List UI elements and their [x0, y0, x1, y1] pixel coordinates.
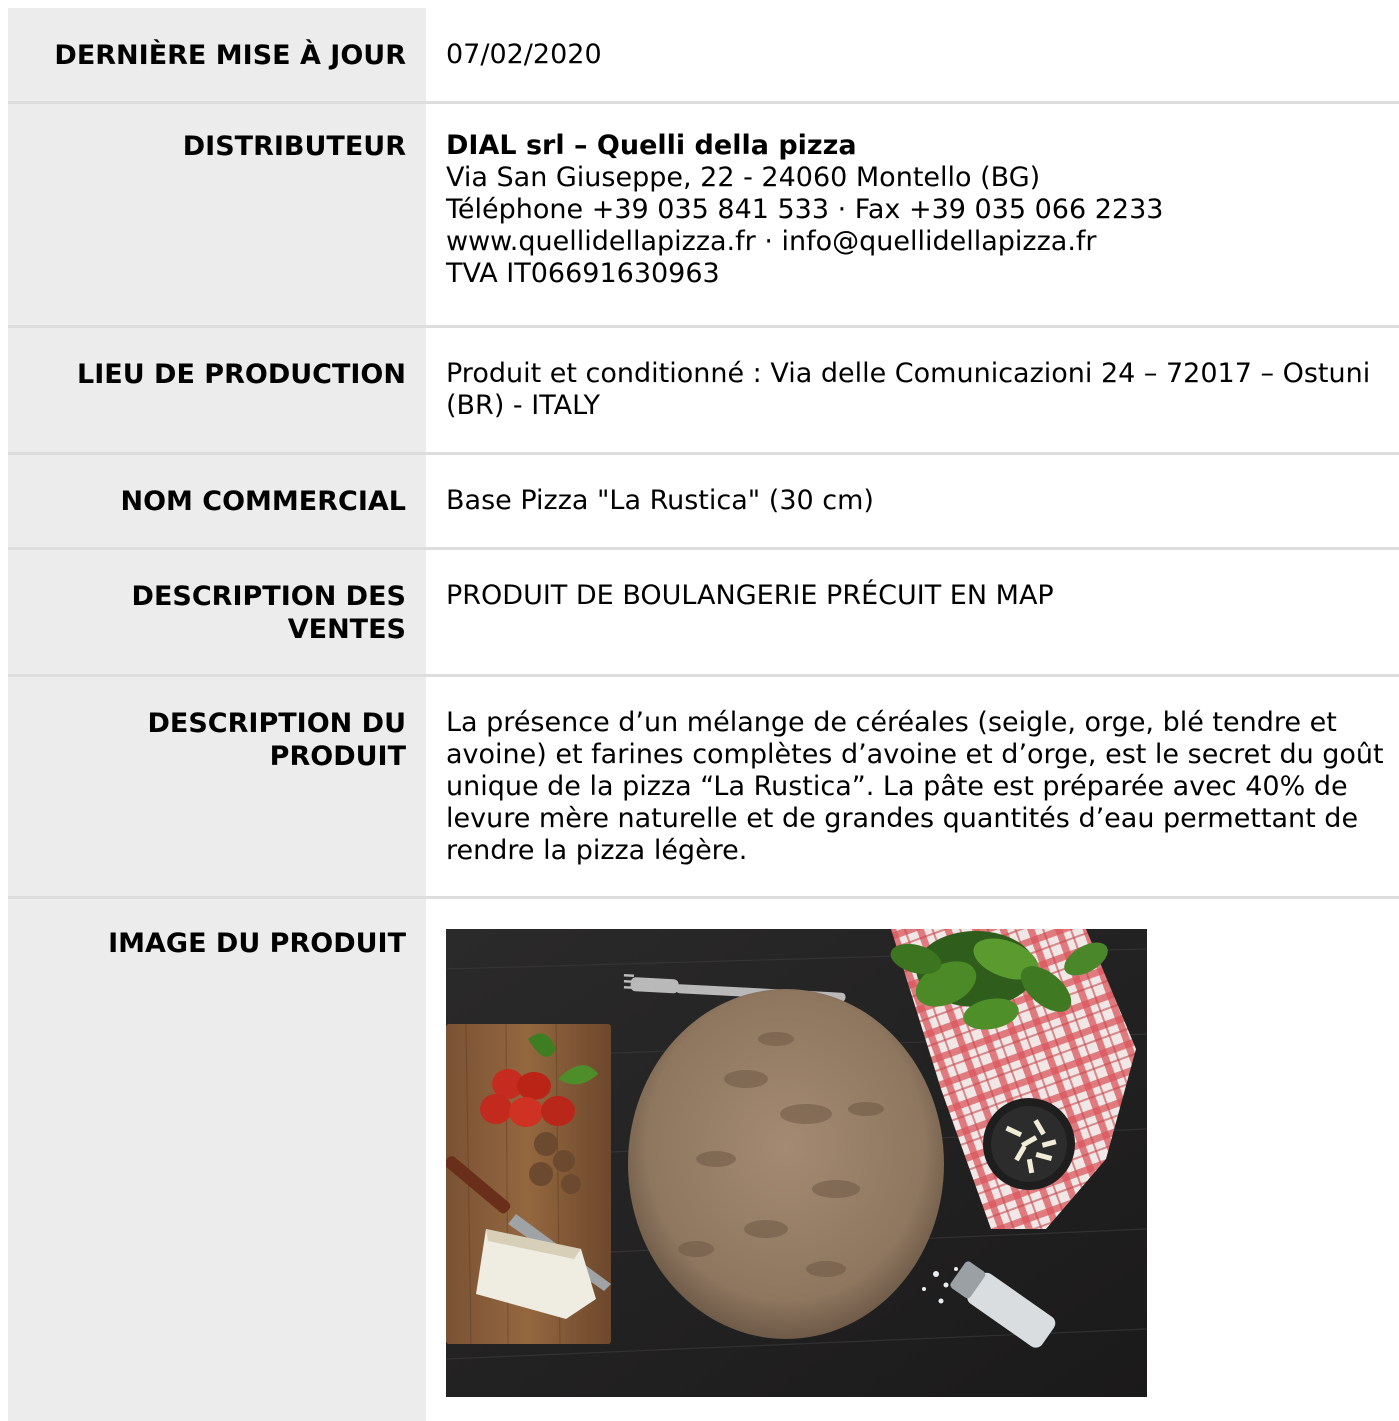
distributor-web-email: www.quellidellapizza.fr · info@quellidel…	[446, 226, 1097, 257]
commercial-name-label: NOM COMMERCIAL	[8, 455, 426, 547]
distributor-phone-fax: Téléphone +39 035 841 533 · Fax +39 035 …	[446, 194, 1164, 225]
product-image-cell	[426, 899, 1399, 1421]
product-image-label: IMAGE DU PRODUIT	[8, 899, 426, 1421]
product-description-label: DESCRIPTION DU PRODUIT	[8, 677, 426, 896]
row-last-update: DERNIÈRE MISE À JOUR 07/02/2020	[8, 8, 1399, 104]
row-product-image: IMAGE DU PRODUIT	[8, 899, 1399, 1421]
distributor-vat: TVA IT06691630963	[446, 258, 720, 289]
product-sheet: DERNIÈRE MISE À JOUR 07/02/2020 DISTRIBU…	[8, 8, 1399, 1421]
product-photo	[446, 929, 1147, 1397]
row-commercial-name: NOM COMMERCIAL Base Pizza "La Rustica" (…	[8, 455, 1399, 550]
row-product-description: DESCRIPTION DU PRODUIT La présence d’un …	[8, 677, 1399, 899]
last-update-label: DERNIÈRE MISE À JOUR	[8, 8, 426, 101]
distributor-label: DISTRIBUTEUR	[8, 104, 426, 325]
production-place-label: LIEU DE PRODUCTION	[8, 328, 426, 452]
distributor-name: DIAL srl – Quelli della pizza	[446, 130, 857, 161]
product-description-value: La présence d’un mélange de céréales (se…	[446, 707, 1384, 866]
distributor-address: Via San Giuseppe, 22 - 24060 Montello (B…	[446, 162, 1041, 193]
last-update-value: 07/02/2020	[446, 39, 602, 70]
row-distributor: DISTRIBUTEUR DIAL srl – Quelli della piz…	[8, 104, 1399, 328]
sales-description-label: DESCRIPTION DES VENTES	[8, 550, 426, 674]
commercial-name-value: Base Pizza "La Rustica" (30 cm)	[446, 485, 874, 516]
sales-description-value: PRODUIT DE BOULANGERIE PRÉCUIT EN MAP	[446, 580, 1054, 611]
row-sales-description: DESCRIPTION DES VENTES PRODUIT DE BOULAN…	[8, 550, 1399, 677]
distributor-value: DIAL srl – Quelli della pizza Via San Gi…	[426, 104, 1399, 325]
production-place-value: Produit et conditionné : Via delle Comun…	[446, 358, 1371, 421]
row-production-place: LIEU DE PRODUCTION Produit et conditionn…	[8, 328, 1399, 455]
